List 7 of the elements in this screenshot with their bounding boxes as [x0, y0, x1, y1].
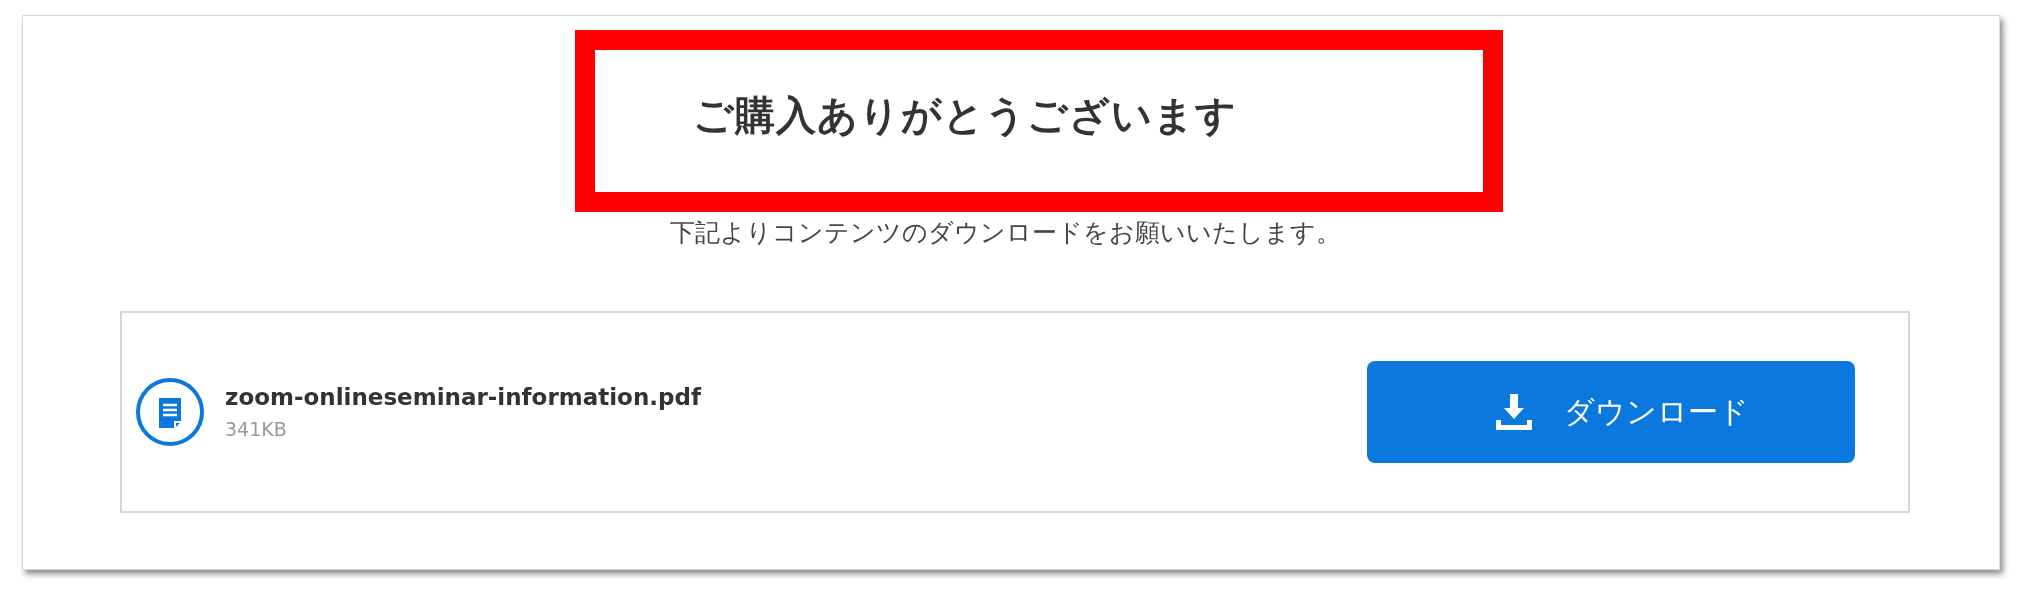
file-size: 341KB [225, 418, 288, 440]
subtitle: 下記よりコンテンツのダウンロードをお願いいたします。 [668, 217, 1342, 249]
heading: ご購入ありがとうございます [693, 90, 1237, 140]
download-icon [1493, 392, 1534, 432]
download-button[interactable]: ダウンロード [1367, 361, 1855, 463]
document-icon [135, 377, 205, 447]
file-name: zoom-onlineseminar-information.pdf [225, 384, 703, 410]
